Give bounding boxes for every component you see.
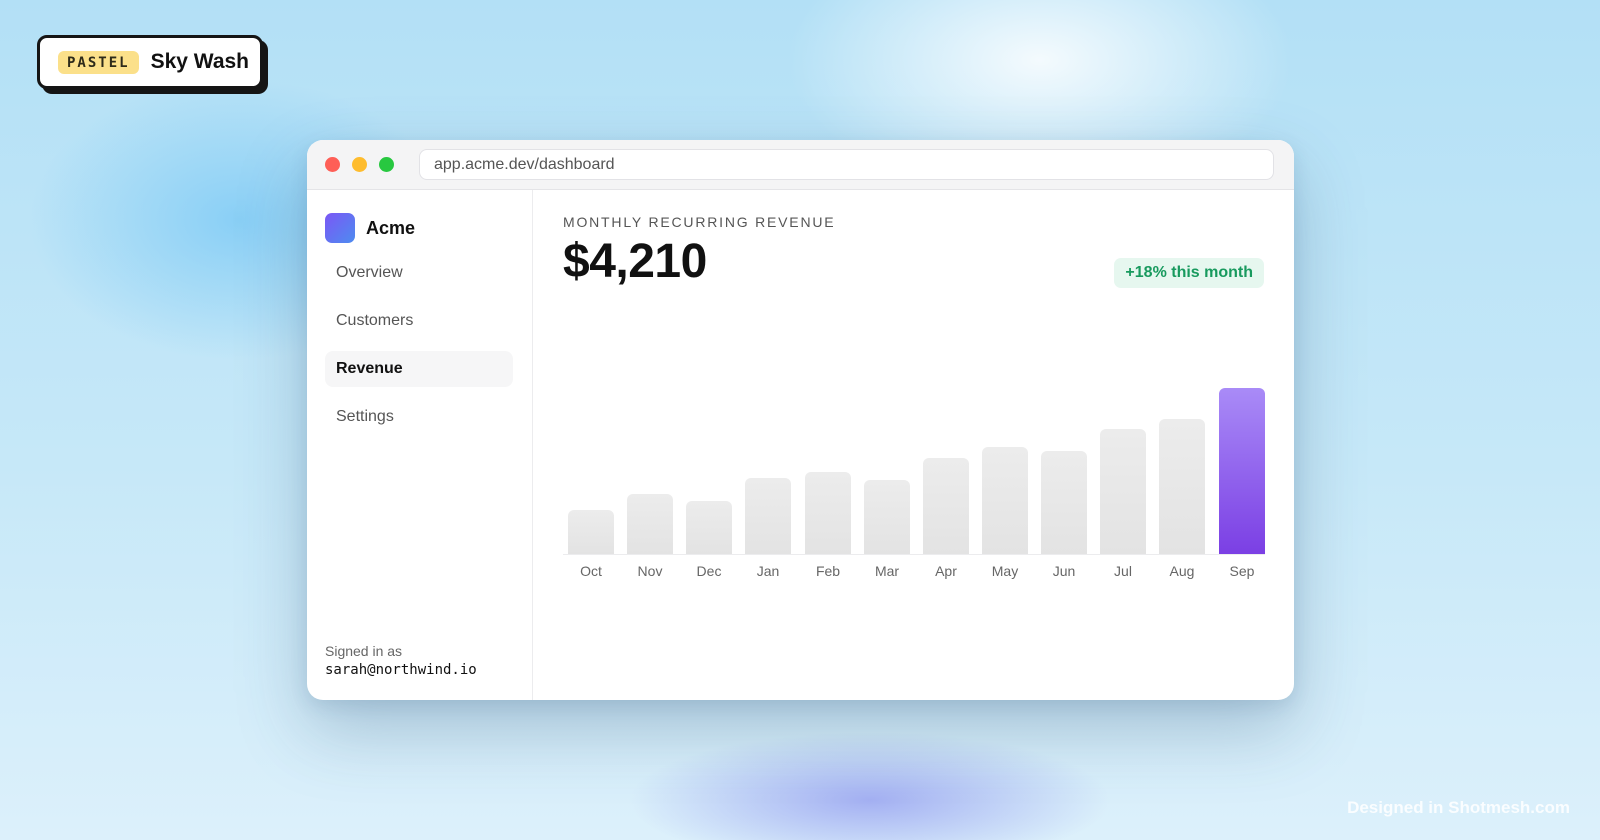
x-tick-label: Mar bbox=[874, 563, 900, 579]
bar-jul[interactable] bbox=[1100, 429, 1146, 554]
brand-name: Acme bbox=[366, 217, 416, 238]
sidebar-item-overview[interactable]: Overview bbox=[325, 255, 513, 291]
delta-badge: +18% this month bbox=[1114, 258, 1264, 288]
signed-in-label: Signed in as bbox=[325, 643, 403, 659]
x-tick-label: Apr bbox=[935, 563, 957, 579]
watermark: Designed in Shotmesh.com bbox=[1347, 798, 1570, 817]
signed-in-info: Signed in as sarah@northwind.io bbox=[325, 643, 477, 678]
bar-jun[interactable] bbox=[1041, 451, 1087, 554]
main-content: MONTHLY RECURRING REVENUE $4,210 +18% th… bbox=[533, 190, 1294, 700]
x-tick-label: Dec bbox=[696, 563, 722, 579]
x-tick-label: Aug bbox=[1169, 563, 1195, 579]
sidebar-item-settings[interactable]: Settings bbox=[325, 399, 513, 435]
sidebar-item-label: Overview bbox=[336, 264, 403, 281]
theme-title: Sky Wash bbox=[150, 50, 250, 73]
bar-mar[interactable] bbox=[864, 480, 910, 554]
bar-dec[interactable] bbox=[686, 501, 732, 554]
acme-logo-icon bbox=[325, 213, 355, 243]
x-tick-label: Jul bbox=[1114, 563, 1132, 579]
bar-sep[interactable] bbox=[1219, 388, 1265, 554]
sidebar-item-label: Settings bbox=[336, 408, 394, 425]
x-tick-label: Nov bbox=[637, 563, 663, 579]
close-window-icon[interactable] bbox=[325, 157, 340, 172]
bar-nov[interactable] bbox=[627, 494, 673, 554]
bar-may[interactable] bbox=[982, 447, 1028, 554]
x-tick-label: Feb bbox=[815, 563, 841, 579]
chart-baseline bbox=[563, 554, 1265, 555]
sidebar-item-customers[interactable]: Customers bbox=[325, 303, 513, 339]
sidebar-item-revenue[interactable]: Revenue bbox=[325, 351, 513, 387]
bar-feb[interactable] bbox=[805, 472, 851, 554]
sidebar-nav: Overview Customers Revenue Settings bbox=[325, 255, 514, 435]
sidebar: Acme Overview Customers Revenue Settings… bbox=[307, 190, 533, 700]
browser-titlebar: app.acme.dev/dashboard bbox=[307, 140, 1294, 190]
x-tick-label: Jun bbox=[1052, 563, 1076, 579]
sidebar-item-label: Customers bbox=[336, 312, 414, 329]
theme-badge: PASTEL Sky Wash bbox=[37, 35, 263, 89]
x-tick-label: May bbox=[991, 563, 1019, 579]
bar-jan[interactable] bbox=[745, 478, 791, 554]
signed-in-email: sarah@northwind.io bbox=[325, 662, 477, 678]
bar-aug[interactable] bbox=[1159, 419, 1205, 554]
minimize-window-icon[interactable] bbox=[352, 157, 367, 172]
maximize-window-icon[interactable] bbox=[379, 157, 394, 172]
x-tick-label: Sep bbox=[1229, 563, 1255, 579]
address-bar[interactable]: app.acme.dev/dashboard bbox=[419, 149, 1274, 180]
x-tick-label: Oct bbox=[580, 563, 602, 579]
revenue-bar-chart: Oct Nov Dec Jan Feb Mar Apr May Jun Jul Aug Sep bbox=[563, 385, 1265, 585]
address-bar-url: app.acme.dev/dashboard bbox=[434, 155, 615, 173]
x-tick-label: Jan bbox=[756, 563, 780, 579]
metric-label: MONTHLY RECURRING REVENUE bbox=[563, 214, 836, 230]
brand[interactable]: Acme bbox=[325, 213, 514, 243]
bar-apr[interactable] bbox=[923, 458, 969, 554]
theme-tag: PASTEL bbox=[58, 50, 139, 74]
browser-window: app.acme.dev/dashboard Acme Overview Cus… bbox=[307, 140, 1294, 700]
sidebar-item-label: Revenue bbox=[336, 360, 403, 377]
bar-oct[interactable] bbox=[568, 510, 614, 554]
